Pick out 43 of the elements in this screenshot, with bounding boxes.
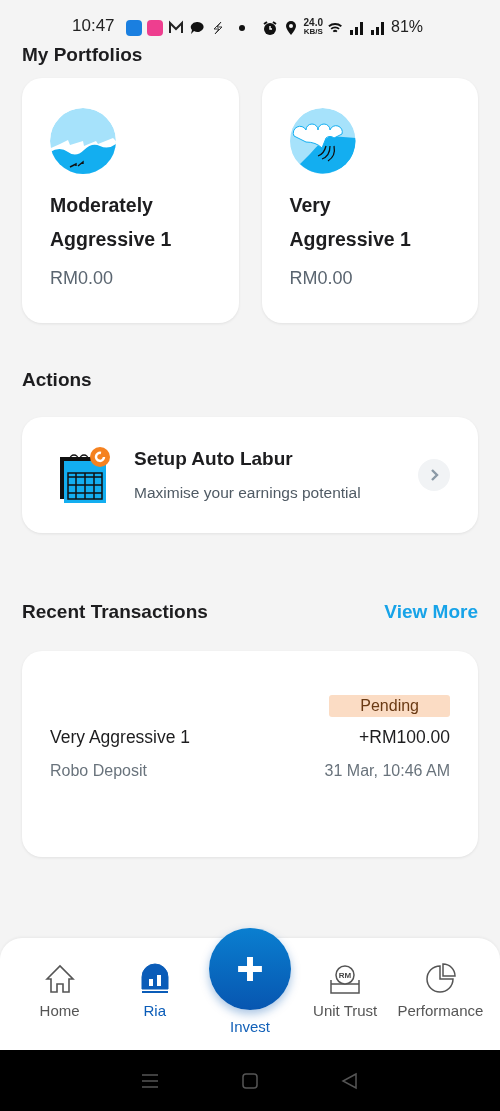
home-square-icon[interactable] xyxy=(240,1070,260,1091)
signal-icon xyxy=(370,20,386,36)
back-icon[interactable] xyxy=(340,1070,360,1091)
portfolio-value: RM0.00 xyxy=(50,268,115,289)
action-title: Setup Auto Labur xyxy=(134,448,294,470)
battery-level: 81% xyxy=(391,18,424,36)
portfolio-name: Moderately Aggressive 1 xyxy=(50,193,173,252)
nav-tab[interactable]: Home xyxy=(39,962,80,1024)
home-icon xyxy=(42,962,77,996)
action-card[interactable]: Setup Auto Labur Maximise your earnings potential xyxy=(22,417,478,533)
wave-icon xyxy=(289,108,356,174)
network-speed: 24.0 xyxy=(303,18,323,27)
speed-unit: KB/S xyxy=(303,27,323,36)
chevron-right-icon xyxy=(418,459,450,491)
portfolio-name: Very Aggressive 1 xyxy=(289,193,412,252)
section-heading: Actions xyxy=(22,369,93,391)
chat-icon xyxy=(188,20,205,36)
nav-label[interactable]: Invest xyxy=(230,1018,270,1035)
notification-dot xyxy=(238,25,245,31)
app-icon xyxy=(146,20,163,36)
portfolio-value: RM0.00 xyxy=(289,268,354,289)
app-icon xyxy=(125,20,142,36)
transaction-date: 31 Mar, 10:46 AM xyxy=(324,762,450,780)
wave-icon xyxy=(50,108,116,174)
nav-tab[interactable]: RM Unit Trust xyxy=(313,962,378,1024)
portfolio-card[interactable]: Very Aggressive 1 RM0.00 xyxy=(261,78,478,323)
section-heading: My Portfolios xyxy=(22,44,144,66)
transaction-amount: +RM100.00 xyxy=(359,727,450,748)
alarm-icon xyxy=(261,20,278,36)
pie-chart-icon xyxy=(423,962,458,996)
transaction-name: Very Aggressive 1 xyxy=(50,727,191,748)
transaction-card[interactable]: Pending Very Aggressive 1 +RM100.00 Robo Deposit 31 Mar, 10:46 AM xyxy=(22,651,478,857)
transaction-type: Robo Deposit xyxy=(50,762,147,780)
section-heading: Recent Transactions xyxy=(22,601,208,623)
status-badge: Pending xyxy=(329,695,450,717)
status-time: 10:47 xyxy=(72,16,115,36)
mail-icon xyxy=(167,20,184,36)
nav-tab[interactable]: Performance xyxy=(397,962,484,1024)
portfolio-card[interactable]: Moderately Aggressive 1 RM0.00 xyxy=(22,78,239,323)
invest-button[interactable] xyxy=(209,928,291,1010)
signal-icon xyxy=(349,20,365,36)
action-subtitle: Maximise your earnings potential xyxy=(134,484,362,502)
nav-tab[interactable]: Ria xyxy=(137,962,172,1024)
